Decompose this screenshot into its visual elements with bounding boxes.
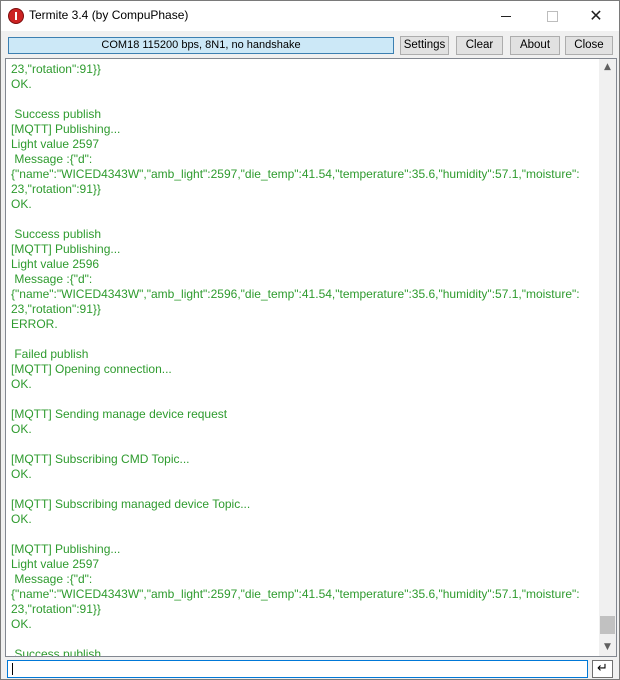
terminal-line: Failed publish [11, 347, 89, 361]
terminal-line: 23,"rotation":91}} [11, 182, 101, 196]
title-bar[interactable]: Termite 3.4 (by CompuPhase) ✕ [1, 1, 619, 31]
clear-button-label: Clear [465, 39, 494, 51]
terminal-line: Success publish [11, 647, 102, 657]
scroll-thumb[interactable] [600, 616, 615, 634]
terminal-line: [MQTT] Subscribing managed device Topic.… [11, 497, 251, 511]
terminal-line: OK. [11, 467, 32, 481]
terminal-line: [MQTT] Publishing... [11, 542, 121, 556]
terminal-line: 23,"rotation":91}} [11, 602, 101, 616]
terminal-line: Success publish [11, 107, 102, 121]
terminal-line: {"name":"WICED4343W","amb_light":2597,"d… [11, 587, 580, 601]
terminal-line: Message :{"d": [11, 272, 93, 286]
port-status-button[interactable]: COM18 115200 bps, 8N1, no handshake [8, 37, 394, 54]
terminal-text: 23,"rotation":91}} OK. Success publish [MQ… [11, 62, 591, 657]
terminal-line: OK. [11, 422, 32, 436]
scroll-up-icon[interactable]: ▲ [599, 59, 616, 76]
terminal-line: 23,"rotation":91}} [11, 62, 101, 76]
termite-window: Termite 3.4 (by CompuPhase) ✕ COM18 1152… [0, 0, 620, 680]
terminal-line: OK. [11, 512, 32, 526]
about-button-label: About [519, 39, 551, 51]
about-button[interactable]: About [510, 36, 560, 55]
scroll-down-icon[interactable]: ▼ [599, 639, 616, 656]
close-button-label: Close [574, 39, 604, 51]
window-close-button[interactable]: ✕ [573, 1, 619, 31]
clear-button[interactable]: Clear [456, 36, 503, 55]
close-button[interactable]: Close [565, 36, 613, 55]
command-input-field[interactable] [7, 660, 588, 680]
terminal-line: OK. [11, 617, 32, 631]
terminal-line: ERROR. [11, 317, 58, 331]
terminal-line: Light value 2597 [11, 557, 100, 571]
termite-app-icon [8, 8, 24, 24]
terminal-line: [MQTT] Publishing... [11, 242, 121, 256]
terminal-line: Success publish [11, 227, 102, 241]
settings-button[interactable]: Settings [400, 36, 449, 55]
terminal-line: [MQTT] Opening connection... [11, 362, 172, 376]
window-title: Termite 3.4 (by CompuPhase) [29, 8, 189, 22]
terminal-line: {"name":"WICED4343W","amb_light":2597,"d… [11, 167, 580, 181]
terminal-line: [MQTT] Sending manage device request [11, 407, 228, 421]
minimize-icon [501, 16, 511, 17]
close-icon: ✕ [589, 6, 603, 25]
terminal-line: OK. [11, 77, 32, 91]
terminal-line: OK. [11, 197, 32, 211]
terminal-line: Message :{"d": [11, 572, 93, 586]
terminal-line: Light value 2597 [11, 137, 100, 151]
terminal-line: [MQTT] Publishing... [11, 122, 121, 136]
text-caret [12, 663, 13, 675]
settings-button-label: Settings [403, 39, 446, 51]
maximize-icon [547, 11, 558, 22]
terminal-line: OK. [11, 377, 32, 391]
command-input[interactable] [8, 664, 587, 680]
terminal-line: Light value 2596 [11, 257, 100, 271]
send-button[interactable]: ↵ [592, 660, 613, 678]
terminal-line: Message :{"d": [11, 152, 93, 166]
terminal-line: 23,"rotation":91}} [11, 302, 101, 316]
vertical-scrollbar[interactable]: ▲ ▼ [599, 59, 616, 656]
terminal-output[interactable]: 23,"rotation":91}} OK. Success publish [MQ… [5, 58, 617, 657]
minimize-button[interactable] [483, 1, 529, 31]
terminal-line: [MQTT] Subscribing CMD Topic... [11, 452, 190, 466]
terminal-line: {"name":"WICED4343W","amb_light":2596,"d… [11, 287, 580, 301]
enter-arrow-icon: ↵ [597, 661, 608, 676]
maximize-button[interactable] [529, 1, 575, 31]
